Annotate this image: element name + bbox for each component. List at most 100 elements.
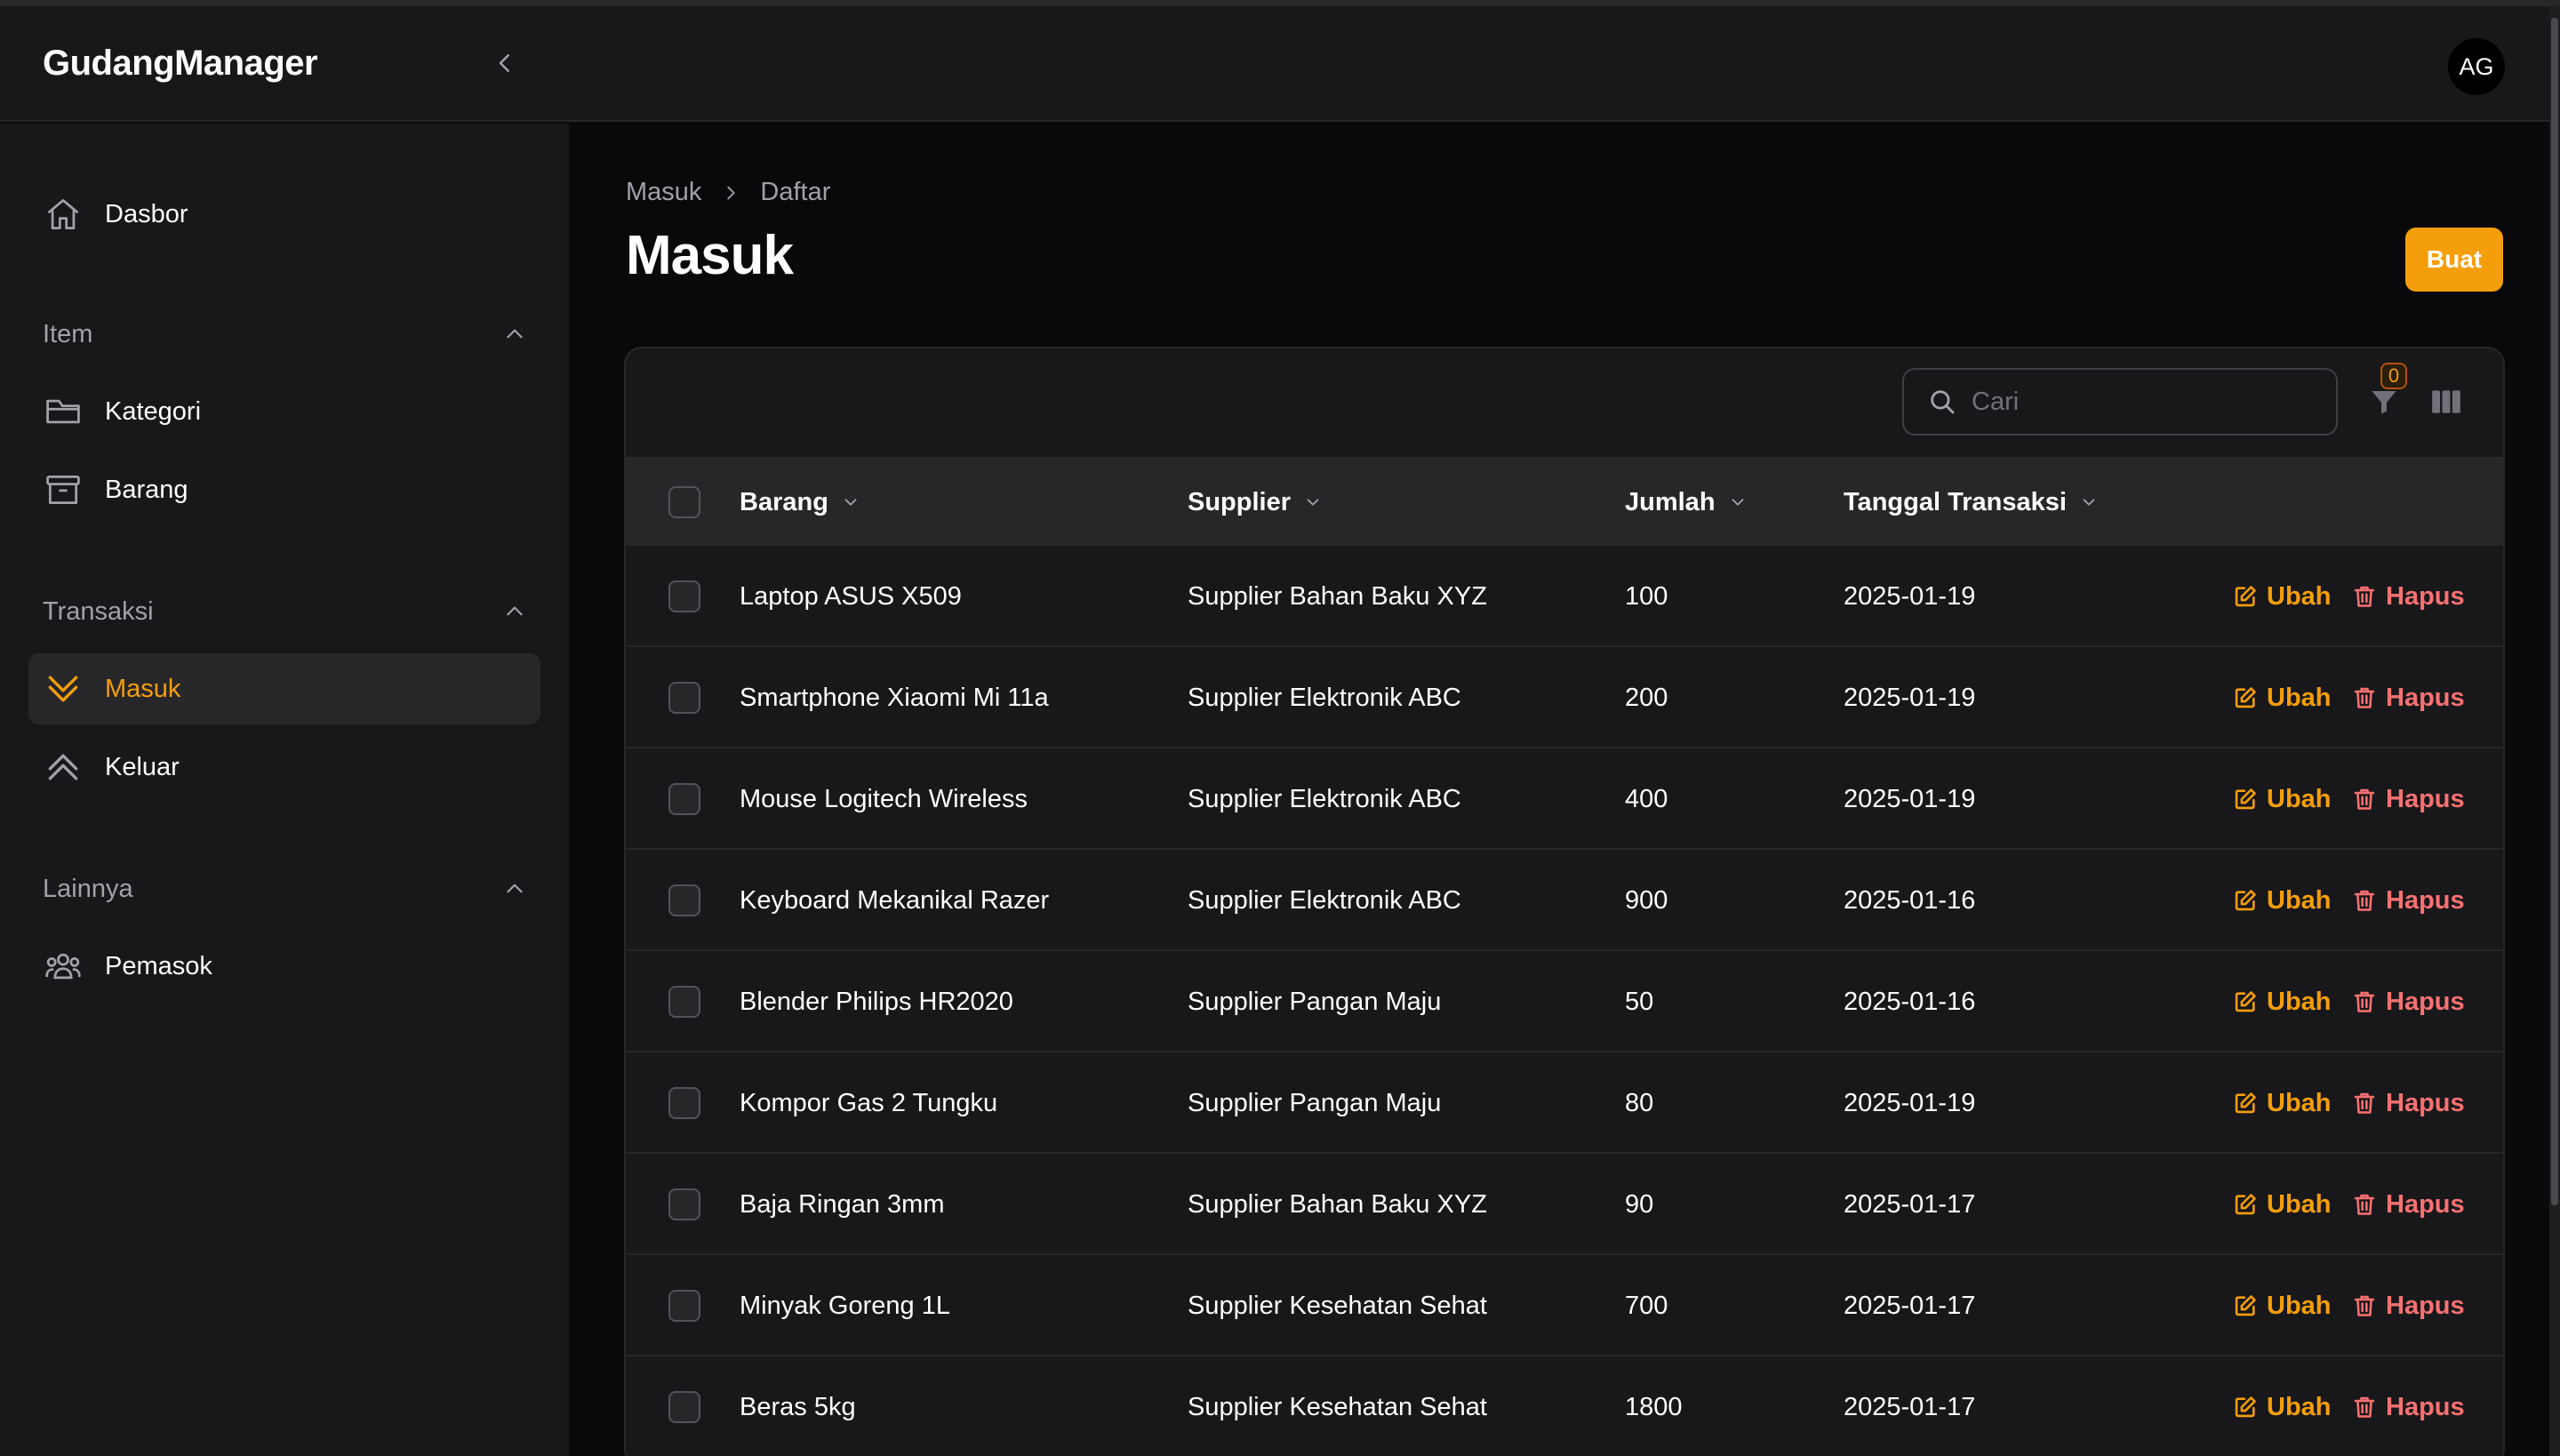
- edit-button[interactable]: Ubah: [2233, 546, 2332, 647]
- sidebar-item-kategori[interactable]: Kategori: [28, 376, 540, 447]
- sidebar-item-dasbor[interactable]: Dasbor: [28, 179, 540, 250]
- chevron-down-icon: [1728, 492, 1748, 512]
- sidebar-item-label: Kategori: [105, 396, 202, 426]
- sidebar-item-label: Keluar: [105, 752, 180, 781]
- search-input[interactable]: [1972, 387, 2327, 417]
- cell-tanggal: 2025-01-16: [1844, 987, 1976, 1016]
- cell-jumlah: 1800: [1625, 1392, 1683, 1421]
- pencil-square-icon: [2235, 788, 2256, 810]
- chevron-up-icon: [507, 329, 523, 339]
- delete-button[interactable]: Hapus: [2352, 1255, 2465, 1356]
- group-label: Transaksi: [43, 596, 154, 626]
- delete-button[interactable]: Hapus: [2352, 1154, 2465, 1255]
- cell-tanggal: 2025-01-16: [1844, 885, 1976, 915]
- column-header-barang[interactable]: Barang: [740, 459, 860, 546]
- column-header-tanggal[interactable]: Tanggal Transaksi: [1844, 459, 2099, 546]
- edit-label: Ubah: [2267, 987, 2332, 1016]
- pencil-square-icon: [2235, 890, 2256, 911]
- pencil-square-icon: [2235, 1396, 2256, 1418]
- user-group-icon: [43, 946, 84, 987]
- trash-icon: [2354, 1396, 2375, 1418]
- trash-icon: [2354, 586, 2375, 607]
- delete-button[interactable]: Hapus: [2352, 647, 2465, 748]
- edit-button[interactable]: Ubah: [2233, 1255, 2332, 1356]
- pencil-square-icon: [2235, 1194, 2256, 1215]
- edit-button[interactable]: Ubah: [2233, 850, 2332, 951]
- cell-barang: Baja Ringan 3mm: [740, 1189, 945, 1219]
- edit-button[interactable]: Ubah: [2233, 1356, 2332, 1456]
- delete-label: Hapus: [2386, 987, 2465, 1016]
- breadcrumb-item-masuk[interactable]: Masuk: [626, 178, 701, 207]
- group-header-item[interactable]: Item: [43, 312, 526, 356]
- chevron-double-up-icon: [43, 747, 84, 788]
- cell-supplier: Supplier Pangan Maju: [1188, 987, 1442, 1016]
- edit-button[interactable]: Ubah: [2233, 748, 2332, 850]
- delete-label: Hapus: [2386, 1291, 2465, 1320]
- delete-button[interactable]: Hapus: [2352, 1356, 2465, 1456]
- select-all-checkbox[interactable]: [668, 486, 700, 518]
- delete-button[interactable]: Hapus: [2352, 748, 2465, 850]
- trash-icon: [2354, 991, 2375, 1012]
- cell-jumlah: 90: [1625, 1189, 1654, 1219]
- search-field[interactable]: [1902, 368, 2338, 436]
- delete-button[interactable]: Hapus: [2352, 951, 2465, 1052]
- row-checkbox[interactable]: [668, 986, 700, 1018]
- column-header-supplier[interactable]: Supplier: [1188, 459, 1323, 546]
- row-checkbox[interactable]: [668, 884, 700, 916]
- chevron-down-icon: [1303, 492, 1323, 512]
- row-checkbox[interactable]: [668, 1290, 700, 1322]
- trash-icon: [2354, 788, 2375, 810]
- cell-barang: Keyboard Mekanikal Razer: [740, 885, 1050, 915]
- row-checkbox[interactable]: [668, 1188, 700, 1220]
- trash-icon: [2354, 1092, 2375, 1114]
- table-toolbar: 0: [626, 348, 2503, 457]
- delete-button[interactable]: Hapus: [2352, 1052, 2465, 1154]
- row-checkbox[interactable]: [668, 1087, 700, 1119]
- table-card: 0 Barang Supplier Jumlah Tanggal Transak…: [624, 347, 2505, 1456]
- trash-icon: [2354, 1194, 2375, 1215]
- sidebar-item-label: Pemasok: [105, 951, 212, 980]
- table-row: Kompor Gas 2 Tungku Supplier Pangan Maju…: [626, 1051, 2503, 1152]
- edit-button[interactable]: Ubah: [2233, 1154, 2332, 1255]
- trash-icon: [2354, 890, 2375, 911]
- brand-logo[interactable]: GudangManager: [43, 44, 318, 84]
- row-checkbox[interactable]: [668, 682, 700, 714]
- edit-button[interactable]: Ubah: [2233, 647, 2332, 748]
- sidebar: Dasbor Item Kategori Barang Transaksi Ma…: [0, 124, 569, 1456]
- delete-button[interactable]: Hapus: [2352, 546, 2465, 647]
- row-checkbox[interactable]: [668, 1391, 700, 1423]
- group-header-lainnya[interactable]: Lainnya: [43, 867, 526, 911]
- edit-label: Ubah: [2267, 1392, 2332, 1421]
- edit-label: Ubah: [2267, 784, 2332, 813]
- sidebar-item-keluar[interactable]: Keluar: [28, 732, 540, 803]
- delete-label: Hapus: [2386, 581, 2465, 611]
- edit-label: Ubah: [2267, 581, 2332, 611]
- group-header-transaksi[interactable]: Transaksi: [43, 589, 526, 634]
- column-header-jumlah[interactable]: Jumlah: [1625, 459, 1748, 546]
- row-checkbox[interactable]: [668, 580, 700, 612]
- delete-button[interactable]: Hapus: [2352, 850, 2465, 951]
- sidebar-item-barang[interactable]: Barang: [28, 454, 540, 525]
- cell-jumlah: 700: [1625, 1291, 1668, 1320]
- user-avatar[interactable]: AG: [2448, 38, 2505, 95]
- row-checkbox[interactable]: [668, 783, 700, 815]
- group-label: Lainnya: [43, 874, 133, 903]
- archive-box-icon: [43, 469, 84, 510]
- create-button[interactable]: Buat: [2405, 228, 2503, 292]
- breadcrumb-item-daftar: Daftar: [760, 178, 831, 206]
- chevron-down-icon: [2079, 492, 2099, 512]
- group-label: Item: [43, 319, 93, 348]
- sidebar-item-pemasok[interactable]: Pemasok: [28, 931, 540, 1002]
- cell-barang: Beras 5kg: [740, 1392, 856, 1421]
- sidebar-item-masuk[interactable]: Masuk: [28, 653, 540, 724]
- toggle-columns-button[interactable]: [2427, 382, 2466, 421]
- cell-barang: Smartphone Xiaomi Mi 11a: [740, 683, 1049, 712]
- edit-button[interactable]: Ubah: [2233, 1052, 2332, 1154]
- cell-barang: Blender Philips HR2020: [740, 987, 1013, 1016]
- page-scrollbar-thumb[interactable]: [2551, 18, 2558, 1205]
- edit-button[interactable]: Ubah: [2233, 951, 2332, 1052]
- cell-jumlah: 400: [1625, 784, 1668, 813]
- table-row: Beras 5kg Supplier Kesehatan Sehat 1800 …: [626, 1355, 2503, 1456]
- collapse-sidebar-button[interactable]: [485, 44, 524, 83]
- table-row: Smartphone Xiaomi Mi 11a Supplier Elektr…: [626, 645, 2503, 747]
